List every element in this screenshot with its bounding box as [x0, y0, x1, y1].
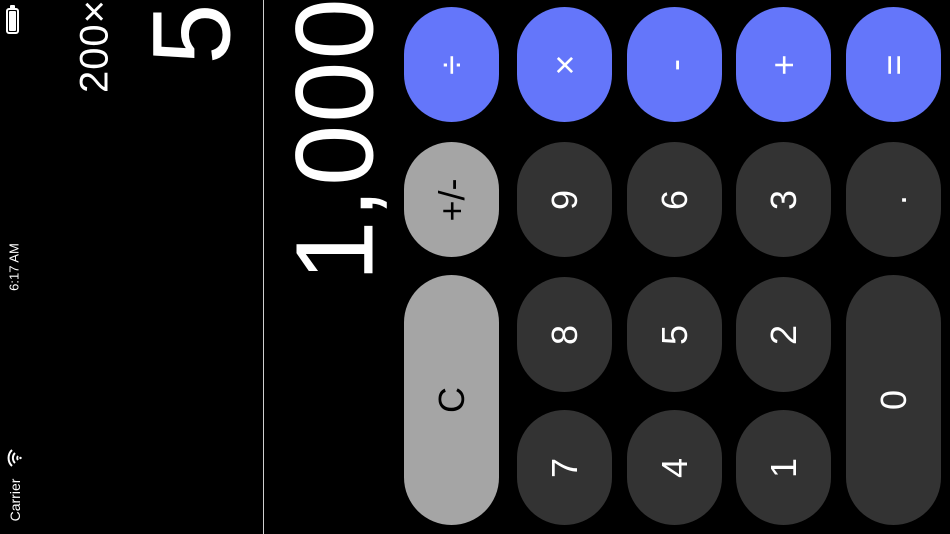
minus-button[interactable]: -: [627, 7, 722, 122]
digit-7-button[interactable]: 7: [517, 410, 612, 525]
previous-value-display: 5: [130, 3, 254, 65]
plus-minus-button[interactable]: +/-: [404, 142, 499, 257]
main-display: 1,000: [273, 0, 397, 282]
calculator-screen: 6:17 AM Carrier 200× 5 1,000 ÷ × - + = +…: [0, 0, 950, 534]
multiply-button[interactable]: ×: [517, 7, 612, 122]
plus-button[interactable]: +: [736, 7, 831, 122]
digit-4-button[interactable]: 4: [627, 410, 722, 525]
digit-1-button[interactable]: 1: [736, 410, 831, 525]
status-time: 6:17 AM: [6, 243, 22, 291]
digit-0-button[interactable]: 0: [846, 275, 941, 525]
divide-button[interactable]: ÷: [404, 7, 499, 122]
equals-button[interactable]: =: [846, 7, 941, 122]
divider: [263, 0, 264, 534]
wifi-icon: [7, 449, 22, 467]
digit-6-button[interactable]: 6: [627, 142, 722, 257]
status-bar: 6:17 AM Carrier: [0, 0, 28, 534]
battery-icon: [6, 5, 19, 34]
digit-5-button[interactable]: 5: [627, 277, 722, 392]
digit-8-button[interactable]: 8: [517, 277, 612, 392]
digit-9-button[interactable]: 9: [517, 142, 612, 257]
digit-3-button[interactable]: 3: [736, 142, 831, 257]
clear-button[interactable]: C: [404, 275, 499, 525]
expression-display: 200×: [72, 0, 117, 94]
carrier-label: Carrier: [7, 478, 23, 522]
decimal-button[interactable]: .: [846, 142, 941, 257]
digit-2-button[interactable]: 2: [736, 277, 831, 392]
